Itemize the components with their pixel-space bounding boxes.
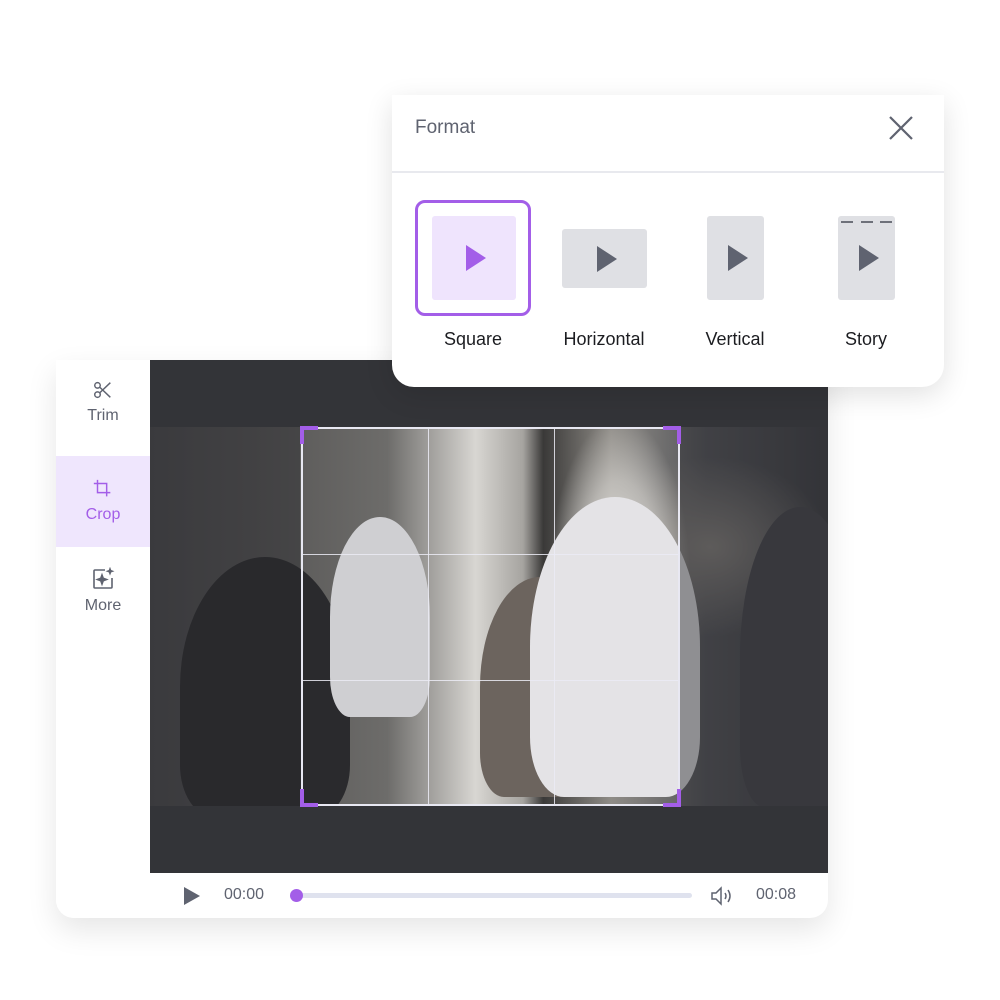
sidebar-item-label: Crop (85, 506, 121, 523)
crop-selection-box[interactable] (300, 426, 681, 807)
format-label: Story (844, 329, 888, 349)
crop-handle-bottom-right[interactable] (663, 789, 681, 807)
playback-controls: 00:00 00:08 (150, 873, 828, 918)
play-icon (596, 245, 617, 272)
sidebar-item-crop[interactable]: Crop (56, 456, 150, 547)
crop-handle-bottom-left[interactable] (300, 789, 318, 807)
story-format-icon (838, 216, 895, 300)
vertical-format-icon (707, 216, 764, 300)
sidebar-item-trim[interactable]: Trim (56, 373, 150, 456)
crop-handle-top-left[interactable] (300, 426, 318, 444)
tool-sidebar: Trim Crop More (56, 373, 150, 918)
popup-title: Format (415, 117, 476, 138)
format-popup: Format Square Horizontal Vertical Story (392, 95, 944, 387)
seek-bar[interactable] (290, 889, 692, 902)
crop-grid-line (428, 429, 429, 804)
crop-mask-right (680, 427, 828, 806)
sidebar-item-label: More (84, 597, 122, 614)
volume-icon[interactable] (710, 885, 736, 907)
seek-thumb[interactable] (290, 889, 303, 902)
crop-mask-left (150, 427, 300, 806)
crop-grid-line (303, 554, 678, 555)
crop-handle-top-right[interactable] (663, 426, 681, 444)
story-progress-dashes (841, 221, 892, 223)
format-label: Vertical (705, 329, 765, 349)
close-icon[interactable] (888, 115, 914, 141)
sparkle-icon (93, 567, 115, 589)
scissors-icon (94, 381, 111, 399)
total-duration: 00:08 (756, 886, 797, 903)
play-icon (727, 245, 748, 271)
horizontal-format-icon (562, 229, 647, 288)
play-icon (466, 245, 486, 271)
format-label: Horizontal (563, 329, 645, 349)
crop-icon (93, 479, 111, 497)
square-format-icon (432, 216, 516, 300)
sidebar-item-label: Trim (87, 407, 119, 424)
sidebar-item-more[interactable]: More (56, 547, 150, 637)
crop-grid-line (554, 429, 555, 804)
play-icon (858, 245, 879, 271)
crop-grid-line (303, 680, 678, 681)
play-icon[interactable] (184, 887, 200, 905)
format-label: Square (443, 329, 503, 349)
current-time: 00:00 (224, 886, 265, 903)
popup-divider (392, 171, 944, 173)
